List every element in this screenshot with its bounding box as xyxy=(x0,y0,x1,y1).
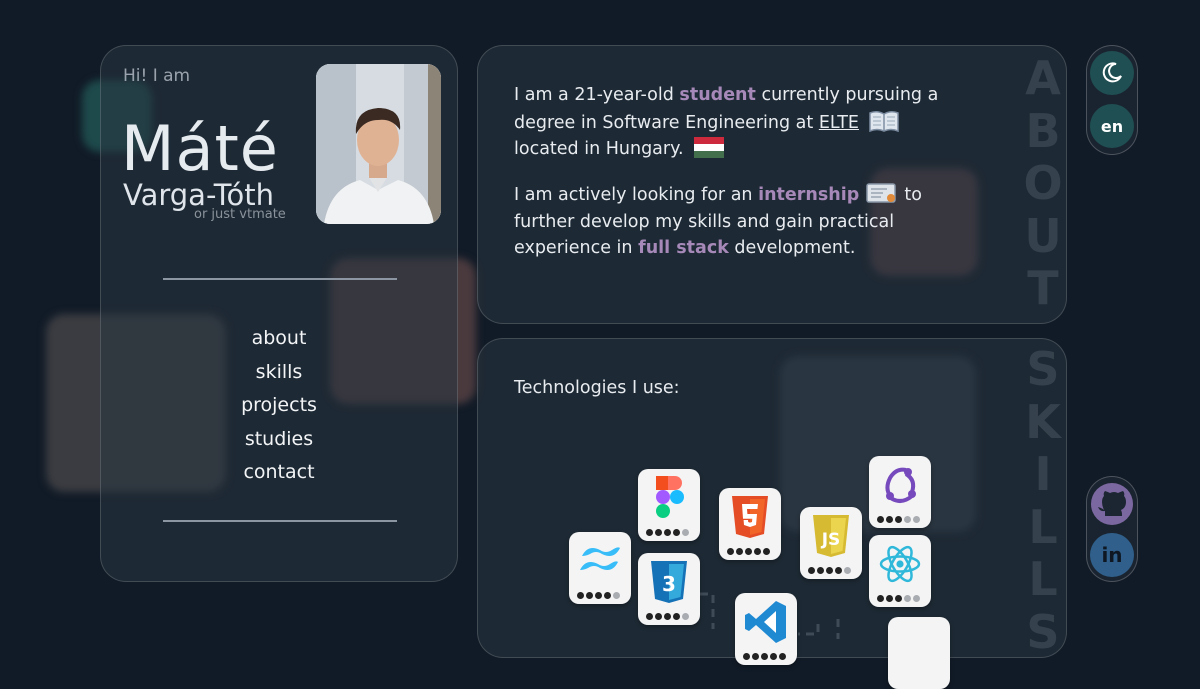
moon-icon xyxy=(1102,62,1122,83)
skills-side-letter: L xyxy=(1028,552,1058,606)
tech-css3[interactable]: 3 xyxy=(638,553,700,625)
redux-icon xyxy=(885,467,916,503)
about-text: I am actively looking for an xyxy=(514,185,759,205)
divider-bottom xyxy=(163,520,397,522)
about-side-letter: A xyxy=(1025,51,1061,105)
skill-level-dots xyxy=(743,653,786,660)
nav-item-projects[interactable]: projects xyxy=(101,389,457,423)
book-icon xyxy=(868,110,899,132)
profile-photo xyxy=(316,64,441,224)
html5-icon xyxy=(732,496,768,538)
skill-level-dots xyxy=(877,595,920,602)
language-label: en xyxy=(1100,116,1124,136)
about-text: located in Hungary. xyxy=(514,139,684,159)
about-paragraph-2: I am actively looking for an internship … xyxy=(514,181,954,262)
greeting-text: Hi! I am xyxy=(123,66,191,86)
tech-next[interactable] xyxy=(888,617,950,689)
tech-javascript[interactable]: JS xyxy=(800,507,862,579)
about-side-letter: O xyxy=(1023,156,1063,210)
highlight-full-stack: full stack xyxy=(638,238,729,258)
tech-redux[interactable] xyxy=(869,456,931,528)
alias-text: or just vtmate xyxy=(194,207,286,222)
divider-top xyxy=(163,278,397,280)
skills-side-letter: S xyxy=(1026,604,1060,659)
about-text: I am a 21-year-old xyxy=(514,85,680,105)
about-text: development. xyxy=(728,238,856,258)
css3-icon: 3 xyxy=(651,561,687,603)
highlight-student: student xyxy=(679,85,756,105)
skills-side-letter: I xyxy=(1034,447,1052,501)
vscode-icon xyxy=(745,601,786,643)
social-pill: in xyxy=(1086,476,1138,582)
github-button[interactable] xyxy=(1090,482,1134,526)
javascript-icon: JS xyxy=(813,515,849,557)
skills-side-label: SKILLS xyxy=(1018,343,1068,658)
skills-heading: Technologies I use: xyxy=(514,378,680,398)
skills-side-letter: S xyxy=(1026,342,1060,396)
react-icon xyxy=(879,545,921,583)
skill-level-dots xyxy=(727,548,770,555)
certificate-icon xyxy=(866,183,896,203)
nav-item-studies[interactable]: studies xyxy=(101,423,457,457)
about-side-label: ABOUT xyxy=(1018,52,1068,315)
tech-tailwind[interactable] xyxy=(569,532,631,604)
skill-level-dots xyxy=(646,529,689,536)
tech-vscode[interactable] xyxy=(735,593,797,665)
linkedin-icon: in xyxy=(1101,543,1123,567)
skills-card: Technologies I use: SKILLS JS 3 xyxy=(477,338,1068,689)
tech-html5[interactable] xyxy=(719,488,781,560)
hungary-flag-icon xyxy=(694,137,725,158)
language-toggle-button[interactable]: en xyxy=(1090,104,1134,148)
skill-level-dots xyxy=(877,516,920,523)
tailwind-icon xyxy=(580,547,620,570)
nav-item-skills[interactable]: skills xyxy=(101,356,457,390)
profile-card: Hi! I am Máté Varga-Tóth or just vtmate … xyxy=(100,45,458,582)
about-side-letter: T xyxy=(1027,261,1059,315)
tech-react[interactable] xyxy=(869,535,931,607)
tech-figma[interactable] xyxy=(638,469,700,541)
svg-text:JS: JS xyxy=(821,530,841,550)
skills-side-letter: K xyxy=(1025,394,1061,449)
about-side-letter: B xyxy=(1025,103,1061,158)
svg-text:3: 3 xyxy=(662,572,676,596)
github-icon xyxy=(1091,483,1133,525)
settings-pill: en xyxy=(1086,45,1138,155)
skill-level-dots xyxy=(577,592,620,599)
about-card: I am a 21-year-old student currently pur… xyxy=(477,45,1067,324)
nav-item-about[interactable]: about xyxy=(101,322,457,356)
about-paragraph-1: I am a 21-year-old student currently pur… xyxy=(514,82,954,163)
theme-toggle-button[interactable] xyxy=(1090,51,1134,95)
skill-level-dots xyxy=(646,613,689,620)
highlight-internship: internship xyxy=(758,185,860,205)
skill-level-dots xyxy=(808,567,851,574)
nav-item-contact[interactable]: contact xyxy=(101,456,457,490)
elte-link[interactable]: ELTE xyxy=(819,113,859,133)
first-name: Máté xyxy=(121,112,279,185)
linkedin-button[interactable]: in xyxy=(1090,533,1134,577)
skills-side-letter: L xyxy=(1028,499,1058,554)
figma-icon xyxy=(656,476,684,518)
about-side-letter: U xyxy=(1024,208,1062,263)
main-nav: about skills projects studies contact xyxy=(101,322,457,490)
